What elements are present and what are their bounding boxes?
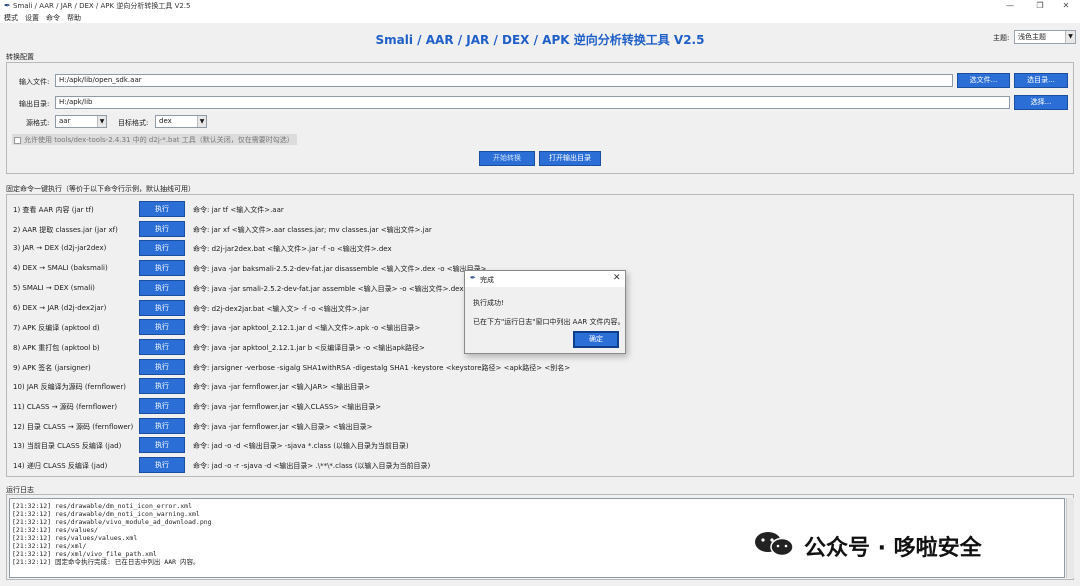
command-name: 4) DEX → SMALI (baksmali) <box>13 264 108 272</box>
log-line: [21:32:12] res/drawable/vivo_module_ad_d… <box>12 518 212 526</box>
command-name: 8) APK 重打包 (apktool b) <box>13 344 100 352</box>
command-text: 命令: jarsigner -verbose -sigalg SHA1withR… <box>193 364 571 372</box>
output-choose-button[interactable]: 选择... <box>1014 95 1068 110</box>
command-text: 命令: jar xf <输入文件>.aar classes.jar; mv cl… <box>193 226 432 234</box>
chevron-down-icon: ▼ <box>97 116 106 127</box>
checkbox-box <box>14 136 21 144</box>
source-format-select[interactable]: aar ▼ <box>55 115 107 128</box>
command-name: 5) SMALI → DEX (smali) <box>13 284 95 292</box>
command-text: 命令: d2j-jar2dex.bat <输入文件>.jar -f -o <输出… <box>193 245 392 253</box>
menu-commands[interactable]: 命令 <box>46 13 60 23</box>
log-line: [21:32:12] res/xml/vivo_file_path.xml <box>12 550 157 558</box>
run-command-button[interactable]: 执行 <box>139 339 185 355</box>
dialog-titlebar: ✒ 完成 ✕ <box>465 271 625 287</box>
menu-bar: 模式 设置 命令 帮助 <box>0 12 1080 23</box>
command-name: 13) 当前目录 CLASS 反编译 (jad) <box>13 442 122 450</box>
feather-icon: ✒ <box>470 274 476 282</box>
restore-button[interactable]: ❐ <box>1026 0 1054 12</box>
target-format-value: dex <box>159 117 172 125</box>
run-command-button[interactable]: 执行 <box>139 201 185 217</box>
command-text: 命令: java -jar apktool_2.12.1.jar b <反编译目… <box>193 344 425 352</box>
dialog-title: 完成 <box>480 276 494 284</box>
command-name: 3) JAR → DEX (d2j-jar2dex) <box>13 244 107 252</box>
run-command-button[interactable]: 执行 <box>139 300 185 316</box>
d2j-tools-checkbox[interactable]: 允许使用 tools/dex-tools-2.4.31 中的 d2j-*.bat… <box>12 134 297 145</box>
dialog-message-2: 已在下方"运行日志"窗口中列出 AAR 文件内容。 <box>473 318 625 326</box>
run-command-button[interactable]: 执行 <box>139 280 185 296</box>
window-title: Smali / AAR / JAR / DEX / APK 逆向分析转换工具 V… <box>13 2 191 10</box>
run-command-button[interactable]: 执行 <box>139 378 185 394</box>
theme-select[interactable]: 浅色主题 ▼ <box>1014 30 1076 44</box>
close-window-button[interactable]: ✕ <box>1052 0 1080 12</box>
command-text: 命令: java -jar baksmali-2.5.2-dev-fat.jar… <box>193 265 487 273</box>
run-command-button[interactable]: 执行 <box>139 359 185 375</box>
menu-settings[interactable]: 设置 <box>25 13 39 23</box>
command-text: 命令: java -jar apktool_2.12.1.jar d <输入文件… <box>193 324 421 332</box>
open-output-button[interactable]: 打开输出目录 <box>539 151 601 166</box>
run-command-button[interactable]: 执行 <box>139 221 185 237</box>
watermark-text: 公众号 · 哆啦安全 <box>804 536 982 561</box>
theme-label: 主题: <box>993 34 1010 42</box>
convert-section-label: 转换配置 <box>6 53 34 61</box>
command-name: 7) APK 反编译 (apktool d) <box>13 324 100 332</box>
target-format-select[interactable]: dex ▼ <box>155 115 207 128</box>
log-line: [21:32:12] res/values/values.xml <box>12 534 138 542</box>
input-file-field[interactable]: H:/apk/lib/open_sdk.aar <box>55 74 953 87</box>
menu-help[interactable]: 帮助 <box>67 13 81 23</box>
run-command-button[interactable]: 执行 <box>139 457 185 473</box>
log-scrollbar[interactable] <box>1066 498 1074 578</box>
success-dialog: ✒ 完成 ✕ 执行成功! 已在下方"运行日志"窗口中列出 AAR 文件内容。 确… <box>464 270 626 354</box>
dialog-message-1: 执行成功! <box>473 299 504 307</box>
output-dir-label: 输出目录: <box>19 100 50 108</box>
commands-section-label: 固定命令一键执行（等价于以下命令行示例，默认抽线可用） <box>6 185 195 193</box>
log-line: [21:32:12] res/drawable/dm_noti_icon_err… <box>12 502 193 510</box>
command-name: 9) APK 签名 (jarsigner) <box>13 364 91 372</box>
wechat-icon <box>755 532 794 557</box>
log-line: [21:32:12] res/drawable/dm_noti_icon_war… <box>12 510 200 518</box>
target-format-label: 目标格式: <box>118 119 149 127</box>
log-line: [21:32:12] res/values/ <box>12 526 99 534</box>
command-name: 1) 查看 AAR 内容 (jar tf) <box>13 206 94 214</box>
choose-file-button[interactable]: 选文件... <box>957 73 1010 88</box>
source-format-label: 源格式: <box>26 119 50 127</box>
run-command-button[interactable]: 执行 <box>139 319 185 335</box>
input-file-label: 输入文件: <box>19 78 50 86</box>
source-format-value: aar <box>59 117 71 125</box>
command-name: 12) 目录 CLASS → 源码 (fernflower) <box>13 423 134 431</box>
d2j-tools-checkbox-label: 允许使用 tools/dex-tools-2.4.31 中的 d2j-*.bat… <box>24 136 294 144</box>
theme-select-value: 浅色主题 <box>1018 33 1046 41</box>
chevron-down-icon: ▼ <box>1065 31 1075 43</box>
command-text: 命令: java -jar fernflower.jar <输入目录> <输出目… <box>193 423 373 431</box>
run-command-button[interactable]: 执行 <box>139 418 185 434</box>
feather-icon: ✒ <box>4 1 11 10</box>
run-command-button[interactable]: 执行 <box>139 437 185 453</box>
command-text: 命令: jar tf <输入文件>.aar <box>193 206 284 214</box>
menu-mode[interactable]: 模式 <box>4 13 18 23</box>
log-line: [21:32:12] res/xml/ <box>12 542 87 550</box>
command-name: 6) DEX → JAR (d2j-dex2jar) <box>13 304 107 312</box>
run-command-button[interactable]: 执行 <box>139 398 185 414</box>
command-text: 命令: java -jar fernflower.jar <输入CLASS> <… <box>193 403 382 411</box>
log-line: [21:32:12] 固定命令执行完成: 已在日志中列出 AAR 内容。 <box>12 558 200 566</box>
command-name: 2) AAR 提取 classes.jar (jar xf) <box>13 226 118 234</box>
app-title: Smali / AAR / JAR / DEX / APK 逆向分析转换工具 V… <box>375 33 705 47</box>
command-text: 命令: jad -o -r -sjava -d <输出目录> .\**\*.cl… <box>193 462 431 470</box>
close-icon[interactable]: ✕ <box>613 273 621 283</box>
command-name: 11) CLASS → 源码 (fernflower) <box>13 403 118 411</box>
command-text: 命令: d2j-dex2jar.bat <输入文> -f -o <输出文件>.j… <box>193 305 369 313</box>
minimize-button[interactable]: — <box>996 0 1024 12</box>
command-text: 命令: java -jar fernflower.jar <输入JAR> <输出… <box>193 383 371 391</box>
command-name: 14) 递归 CLASS 反编译 (jad) <box>13 462 108 470</box>
output-dir-field[interactable]: H:/apk/lib <box>55 96 1010 109</box>
chevron-down-icon: ▼ <box>197 116 206 127</box>
command-text: 命令: jad -o -d <输出目录> -sjava *.class (以输入… <box>193 442 409 450</box>
window-titlebar: ✒ Smali / AAR / JAR / DEX / APK 逆向分析转换工具… <box>0 0 1080 12</box>
run-command-button[interactable]: 执行 <box>139 260 185 276</box>
command-text: 命令: java -jar smali-2.5.2-dev-fat.jar as… <box>193 285 464 293</box>
run-command-button[interactable]: 执行 <box>139 240 185 256</box>
start-convert-button[interactable]: 开始转换 <box>479 151 535 166</box>
ok-button[interactable]: 确定 <box>573 331 619 348</box>
choose-dir-button[interactable]: 选目录... <box>1014 73 1068 88</box>
command-name: 10) JAR 反编译为源码 (fernflower) <box>13 383 126 391</box>
